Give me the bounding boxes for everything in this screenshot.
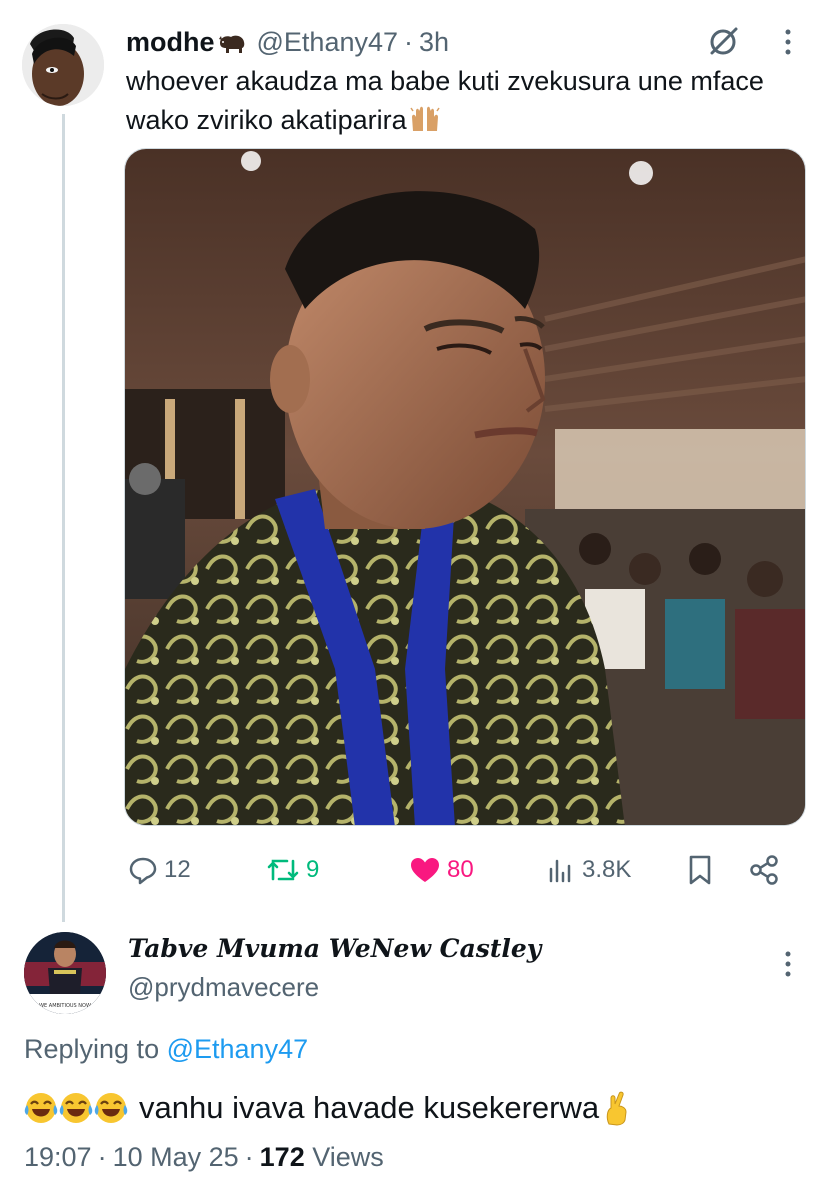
face-with-tears-of-joy-icon <box>59 1091 93 1125</box>
author-handle[interactable]: @Ethany47 <box>257 27 399 58</box>
like-count: 80 <box>447 856 474 883</box>
crossed-fingers-icon <box>603 1090 631 1126</box>
like-button[interactable]: 80 <box>409 848 474 892</box>
views-button[interactable]: 3.8K <box>546 848 631 892</box>
reply-metadata: 19:07 · 10 May 25 · 172 Views <box>24 1142 384 1173</box>
face-with-tears-of-joy-icon <box>24 1091 58 1125</box>
author-name[interactable]: modhe <box>126 27 215 58</box>
meta-separator: · <box>97 1142 107 1172</box>
retweet-button[interactable]: 9 <box>266 848 319 892</box>
replying-to-mention[interactable]: @Ethany47 <box>167 1034 309 1064</box>
reply-icon <box>129 857 157 885</box>
reply-date[interactable]: 10 May 25 <box>113 1142 239 1172</box>
replying-prefix: Replying to <box>24 1034 160 1064</box>
tweet-text-content: whoever akaudza ma babe kuti zvekusura u… <box>126 66 764 135</box>
reply-more-options-icon[interactable] <box>776 946 800 982</box>
replying-to-line: Replying to @Ethany47 <box>24 1034 308 1065</box>
reply-text-content: vanhu ivava havade kusekererwa <box>139 1090 600 1125</box>
reply-button[interactable]: 12 <box>128 848 191 892</box>
avatar-banner-text: WE AMBITIOUS NOW <box>39 1003 91 1009</box>
bison-emoji-icon <box>217 31 247 53</box>
header-separator: · <box>404 26 414 57</box>
bookmark-icon <box>689 855 711 885</box>
reply-views-label: Views <box>312 1142 384 1172</box>
tweet-header: modhe @Ethany47 · 3h <box>126 24 449 60</box>
thread-line <box>62 114 65 922</box>
reply-author-avatar[interactable]: WE AMBITIOUS NOW <box>24 932 106 1014</box>
reply-views-count: 172 <box>259 1142 305 1172</box>
bookmark-button[interactable] <box>686 848 720 892</box>
retweet-count: 9 <box>306 856 320 883</box>
tweet-time[interactable]: 3h <box>419 27 449 58</box>
share-button[interactable] <box>748 848 786 892</box>
retweet-icon <box>267 859 299 881</box>
heart-icon <box>411 858 439 882</box>
raising-hands-emoji-icon <box>409 105 441 133</box>
grok-icon[interactable] <box>703 24 743 60</box>
reply-count: 12 <box>164 856 191 883</box>
tweet-media-photo[interactable] <box>124 148 806 826</box>
tweet-text: whoever akaudza ma babe kuti zvekusura u… <box>126 62 786 140</box>
photo-image <box>125 149 805 825</box>
face-with-tears-of-joy-icon <box>94 1091 128 1125</box>
reply-text: vanhu ivava havade kusekererwa <box>24 1086 631 1130</box>
views-icon <box>549 859 571 883</box>
reply-time[interactable]: 19:07 <box>24 1142 92 1172</box>
reply-author-name[interactable]: Tabve Mvuma WeNew Castley <box>128 934 541 963</box>
avatar-photo <box>22 24 104 106</box>
more-options-icon[interactable] <box>776 24 800 60</box>
avatar-photo: WE AMBITIOUS NOW <box>24 932 106 1014</box>
meta-separator: · <box>244 1142 254 1172</box>
views-count: 3.8K <box>582 856 632 883</box>
share-icon <box>750 855 778 885</box>
reply-author-handle[interactable]: @prydmavecere <box>128 972 319 1003</box>
tweet-actions-bar: 12 9 80 3.8K <box>126 848 790 892</box>
author-avatar[interactable] <box>22 24 104 106</box>
